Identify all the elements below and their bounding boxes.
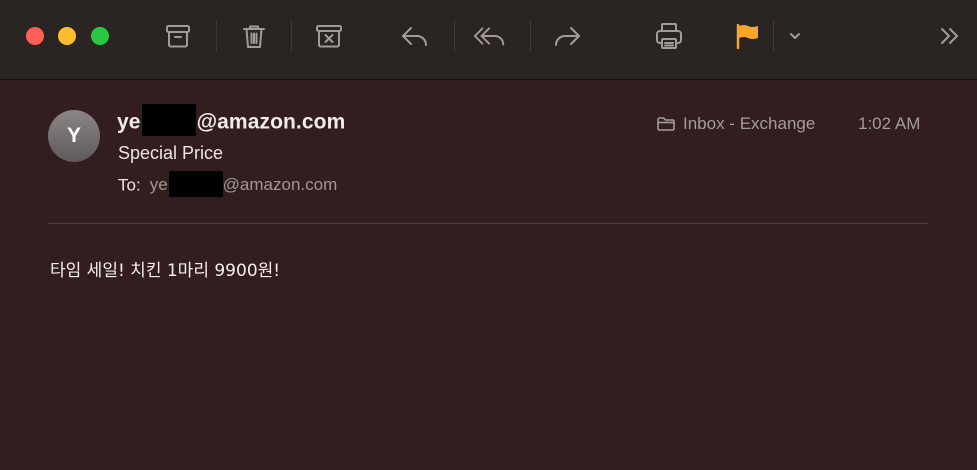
chevron-down-icon[interactable] xyxy=(778,18,812,54)
recipient-prefix: ye xyxy=(149,175,168,195)
sender-address[interactable]: ye @amazon.com xyxy=(117,104,346,136)
sender-domain: @amazon.com xyxy=(196,110,346,134)
sender-prefix: ye xyxy=(117,110,141,134)
header-divider xyxy=(48,223,928,224)
reply-icon[interactable] xyxy=(397,18,433,54)
reply-all-icon[interactable] xyxy=(472,18,508,54)
archive-icon[interactable] xyxy=(160,18,196,54)
junk-icon[interactable] xyxy=(311,18,347,54)
forward-icon[interactable] xyxy=(549,18,585,54)
message-subject: Special Price xyxy=(118,143,224,163)
minimize-window-button[interactable] xyxy=(58,27,76,45)
close-window-button[interactable] xyxy=(26,27,44,45)
more-toolbar-icon[interactable] xyxy=(932,18,968,54)
mailbox-label: Inbox - Exchange xyxy=(683,114,816,133)
flag-icon[interactable] xyxy=(729,18,765,54)
recipient-row: To: ye @amazon.com xyxy=(118,171,338,197)
avatar-initial: Y xyxy=(66,124,81,147)
message-time: 1:02 AM xyxy=(858,114,921,133)
redaction-box xyxy=(141,104,196,136)
avatar: Y xyxy=(48,110,100,162)
print-icon[interactable] xyxy=(651,18,687,54)
message-body: 타임 세일! 치킨 1마리 9900원! xyxy=(50,261,281,281)
recipient-address[interactable]: ye @amazon.com xyxy=(149,171,338,197)
mailbox-location[interactable]: Inbox - Exchange xyxy=(656,114,815,134)
folder-icon xyxy=(657,117,675,131)
to-label: To: xyxy=(118,175,141,195)
recipient-domain: @amazon.com xyxy=(222,175,338,195)
toolbar xyxy=(0,0,977,80)
redaction-box xyxy=(168,171,223,197)
trash-icon[interactable] xyxy=(236,18,272,54)
zoom-window-button[interactable] xyxy=(91,27,109,45)
